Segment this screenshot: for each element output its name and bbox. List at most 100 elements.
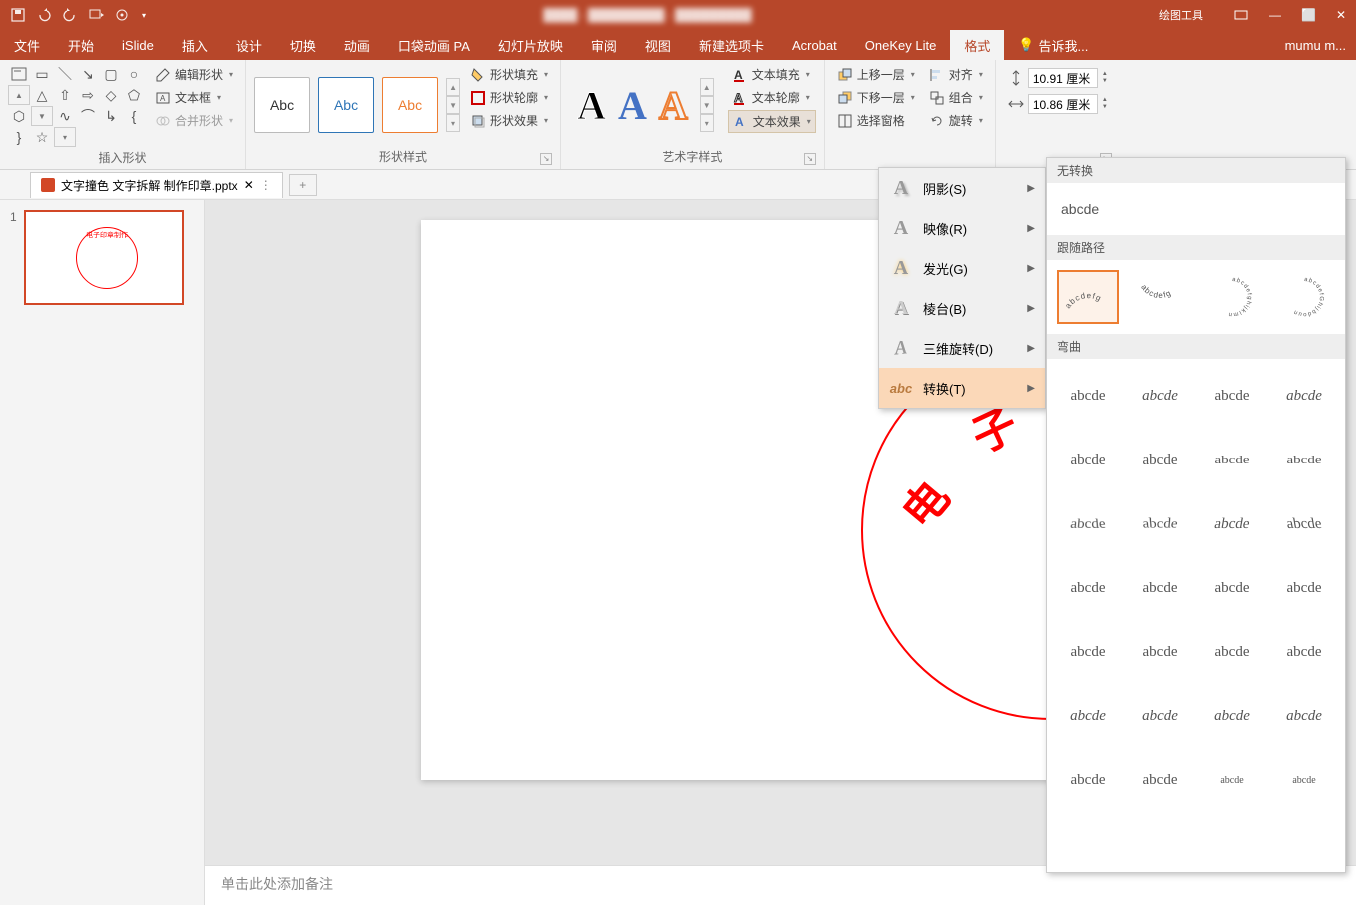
warp-item[interactable]: abcde (1057, 689, 1119, 743)
slide-thumbnail[interactable]: 电子印章制作 (24, 210, 184, 305)
wa-down-icon[interactable]: ▼ (700, 96, 714, 114)
style-preset-2[interactable]: Abc (318, 77, 374, 133)
warp-item[interactable]: abcde (1129, 625, 1191, 679)
warp-item[interactable]: abcde (1057, 369, 1119, 423)
minimize-button[interactable]: — (1269, 8, 1281, 22)
warp-item[interactable]: abcde (1057, 433, 1119, 487)
send-backward-button[interactable]: 下移一层▾ (833, 87, 919, 108)
width-down[interactable]: ▼ (1102, 104, 1108, 111)
bring-forward-button[interactable]: 上移一层▾ (833, 64, 919, 85)
shape-diamond-icon[interactable]: ◇ (100, 85, 122, 105)
dialog-launcher-icon[interactable]: ↘ (540, 153, 552, 165)
warp-item[interactable]: abcde (1129, 369, 1191, 423)
preview-icon[interactable] (88, 7, 104, 23)
warp-item[interactable]: abcde (1268, 497, 1340, 551)
width-up[interactable]: ▲ (1102, 97, 1108, 104)
shape-fill-button[interactable]: 形状填充▾ (466, 64, 552, 85)
warp-item[interactable]: abcde (1201, 561, 1263, 615)
path-circle[interactable]: abcdefghijklmn (1201, 270, 1263, 324)
tab-onekey[interactable]: OneKey Lite (851, 30, 951, 60)
tab-file[interactable]: 文件 (0, 30, 54, 60)
style-more-icon[interactable]: ▾ (446, 114, 460, 132)
warp-item[interactable]: abcde (1273, 625, 1335, 679)
warp-item[interactable]: abcde (1129, 433, 1191, 487)
gallery-up-icon[interactable]: ▲ (8, 85, 30, 105)
more-icon[interactable] (114, 7, 130, 23)
wordart-preset-2[interactable]: A (618, 82, 647, 129)
menu-shadow[interactable]: A阴影(S)▶ (879, 168, 1045, 208)
shape-brace2-icon[interactable]: } (8, 127, 30, 147)
warp-item[interactable]: abcde (1196, 497, 1268, 551)
group-button[interactable]: 组合▾ (925, 87, 987, 108)
gallery-more-icon[interactable]: ▾ (54, 127, 76, 147)
shape-rect-icon[interactable]: ▭ (31, 64, 53, 84)
wa-up-icon[interactable]: ▲ (700, 78, 714, 96)
shape-line-icon[interactable]: ＼ (54, 64, 76, 84)
shape-effects-button[interactable]: 形状效果▾ (466, 110, 552, 131)
warp-item[interactable]: abcde (1057, 561, 1119, 615)
tab-acrobat[interactable]: Acrobat (778, 30, 851, 60)
wordart-preset-3[interactable]: A (659, 82, 688, 129)
menu-transform[interactable]: abc转换(T)▶ (879, 368, 1045, 408)
text-outline-button[interactable]: A文本轮廓▾ (728, 87, 816, 108)
transform-none[interactable]: abcde (1047, 183, 1345, 235)
tab-menu-icon[interactable]: ⋮ (260, 178, 272, 192)
warp-item[interactable]: abcde (1057, 625, 1119, 679)
warp-item[interactable]: abcde (1129, 689, 1191, 743)
undo-icon[interactable] (36, 7, 52, 23)
rotate-button[interactable]: 旋转▾ (925, 110, 987, 131)
shape-tri-icon[interactable]: △ (31, 85, 53, 105)
redo-icon[interactable] (62, 7, 78, 23)
qat-dropdown-icon[interactable]: ▾ (142, 11, 146, 20)
tab-transitions[interactable]: 切换 (276, 30, 330, 60)
ribbon-options-icon[interactable] (1233, 9, 1249, 21)
shape-curve-icon[interactable]: ∿ (54, 106, 76, 126)
warp-item[interactable]: abcde (1201, 369, 1263, 423)
wa-more-icon[interactable]: ▾ (700, 114, 714, 132)
tab-new[interactable]: 新建选项卡 (685, 30, 778, 60)
wordart-preset-1[interactable]: A (577, 82, 606, 129)
user-label[interactable]: mumu m... (1271, 30, 1356, 60)
style-preset-1[interactable]: Abc (254, 77, 310, 133)
shape-pent-icon[interactable]: ⬠ (123, 85, 145, 105)
text-effects-button[interactable]: A文本效果▾ (728, 110, 816, 133)
warp-item[interactable]: abcde (1273, 753, 1335, 807)
tab-animations[interactable]: 动画 (330, 30, 384, 60)
path-arch-up[interactable]: abcdefg (1057, 270, 1119, 324)
shape-outline-button[interactable]: 形状轮廓▾ (466, 87, 552, 108)
warp-item[interactable]: abcde (1273, 689, 1335, 743)
tab-pa[interactable]: 口袋动画 PA (384, 30, 484, 60)
shape-connector-icon[interactable]: ↳ (100, 106, 122, 126)
height-down[interactable]: ▼ (1102, 78, 1108, 85)
tab-view[interactable]: 视图 (631, 30, 685, 60)
save-icon[interactable] (10, 7, 26, 23)
shape-star-icon[interactable]: ☆ (31, 127, 53, 147)
new-tab-button[interactable]: + (289, 174, 317, 196)
tab-home[interactable]: 开始 (54, 30, 108, 60)
warp-item[interactable]: abcde (1129, 561, 1191, 615)
edit-shape-button[interactable]: 编辑形状▾ (151, 64, 237, 85)
gallery-down-icon[interactable]: ▼ (31, 106, 53, 126)
maximize-button[interactable]: ⬜ (1301, 8, 1316, 22)
shape-brace-icon[interactable]: { (123, 106, 145, 126)
warp-item[interactable]: abcde (1201, 441, 1263, 479)
height-input[interactable] (1028, 68, 1098, 88)
menu-3drotation[interactable]: A三维旋转(D)▶ (879, 328, 1045, 368)
warp-item[interactable]: abcde (1201, 689, 1263, 743)
shape-style-gallery[interactable]: Abc Abc Abc ▲▼▾ (254, 64, 460, 146)
dialog-launcher-wa-icon[interactable]: ↘ (804, 153, 816, 165)
style-down-icon[interactable]: ▼ (446, 96, 460, 114)
document-tab[interactable]: 文字撞色 文字拆解 制作印章.pptx ✕ ⋮ (30, 172, 283, 198)
height-up[interactable]: ▲ (1102, 71, 1108, 78)
tab-islide[interactable]: iSlide (108, 30, 168, 60)
path-arch-down[interactable]: abcdefg (1129, 270, 1191, 324)
tab-insert[interactable]: 插入 (168, 30, 222, 60)
selection-pane-button[interactable]: 选择窗格 (833, 110, 919, 131)
tab-format[interactable]: 格式 (950, 30, 1004, 60)
warp-item[interactable]: abcde (1120, 491, 1201, 545)
warp-item[interactable]: abcde (1273, 561, 1335, 615)
tab-design[interactable]: 设计 (222, 30, 276, 60)
align-button[interactable]: 对齐▾ (925, 64, 987, 85)
warp-item[interactable]: abcde (1048, 503, 1129, 557)
tab-review[interactable]: 审阅 (577, 30, 631, 60)
